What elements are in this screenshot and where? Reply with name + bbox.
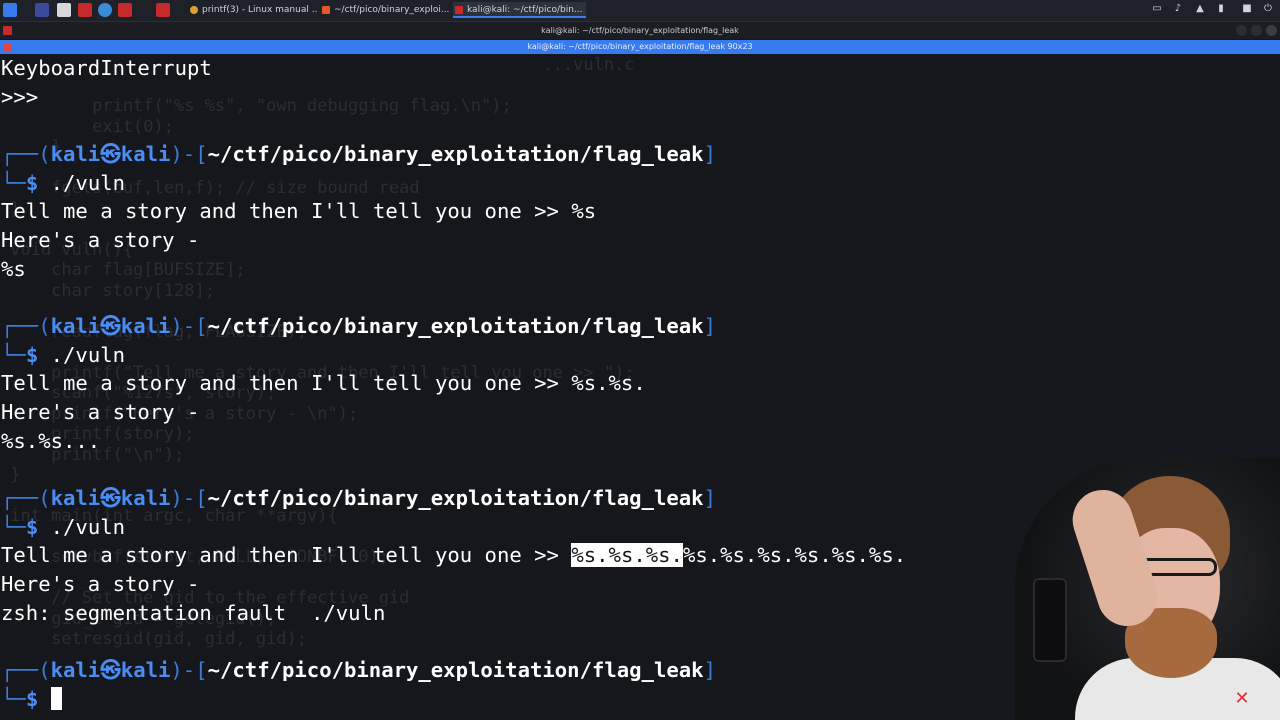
prompt-line: ┌──(kali㉿kali)-[~/ctf/pico/binary_exploi…: [1, 656, 716, 684]
tab-icon: [3, 43, 11, 51]
terminal-line: Here's a story -: [1, 226, 199, 254]
output-text: KeyboardInterrupt: [1, 56, 212, 80]
prompt-user: kali㉿kali: [50, 658, 171, 682]
task-label: kali@kali: ~/ctf/pico/bin...: [467, 5, 583, 15]
prompt-bar: ┌──(: [1, 142, 51, 166]
output-text: %s.%s...: [1, 429, 101, 453]
browser-icon: [190, 6, 198, 14]
output-text: %s.%s.%s.%s.%s.%s.: [682, 543, 907, 567]
output-text: >>>: [1, 85, 39, 109]
prompt-bar: ]: [703, 486, 716, 510]
browser-launcher-icon[interactable]: [98, 3, 112, 17]
prompt-dollar: $: [25, 343, 39, 367]
app-launcher-icon[interactable]: [118, 3, 132, 17]
prompt-path: ~/ctf/pico/binary_exploitation/flag_leak: [207, 486, 704, 510]
terminal-window-icon: [3, 26, 12, 35]
prompt-path: ~/ctf/pico/binary_exploitation/flag_leak: [207, 658, 704, 682]
command-text: ./vuln: [38, 515, 126, 539]
prompt-bar: └─: [1, 171, 26, 195]
editor-icon: [322, 6, 330, 14]
prompt-bar: )-[: [170, 658, 208, 682]
display-icon[interactable]: ▭: [1151, 3, 1163, 15]
task-browser[interactable]: printf(3) - Linux manual ...: [188, 2, 318, 18]
minimize-button[interactable]: [1236, 25, 1247, 36]
task-terminal[interactable]: kali@kali: ~/ctf/pico/bin...: [453, 2, 586, 18]
command-line: └─$ ./vuln: [1, 341, 125, 369]
notification-icon[interactable]: ▲: [1194, 3, 1206, 15]
prompt-user: kali㉿kali: [50, 486, 171, 510]
prompt-bar: ┌──(: [1, 658, 51, 682]
prompt-path: ~/ctf/pico/binary_exploitation/flag_leak: [207, 314, 704, 338]
prompt-bar: └─: [1, 343, 26, 367]
prompt-path: ~/ctf/pico/binary_exploitation/flag_leak: [207, 142, 704, 166]
terminal-line: Tell me a story and then I'll tell you o…: [1, 369, 646, 397]
terminal-line: Here's a story -: [1, 570, 199, 598]
prompt-dollar: $: [25, 515, 39, 539]
terminal-line: zsh: segmentation fault ./vuln: [1, 599, 385, 627]
prompt-bar: )-[: [170, 142, 208, 166]
task-editor[interactable]: ~/ctf/pico/binary_exploi...: [320, 2, 450, 18]
microphone: [1033, 578, 1067, 662]
kali-menu-icon[interactable]: [3, 3, 17, 17]
prompt-bar: )-[: [170, 486, 208, 510]
terminal-line: Here's a story -: [1, 398, 199, 426]
output-text: %s: [1, 257, 26, 281]
workspace-icon[interactable]: [35, 3, 49, 17]
task-label: ~/ctf/pico/binary_exploi...: [334, 5, 450, 15]
task-label: printf(3) - Linux manual ...: [202, 5, 318, 15]
window-titlebar: kali@kali: ~/ctf/pico/binary_exploitatio…: [0, 22, 1280, 39]
selected-text[interactable]: %s.%s.%s.: [571, 543, 683, 567]
command-line: └─$ ./vuln: [1, 513, 125, 541]
files-icon[interactable]: [57, 3, 71, 17]
terminal-line: >>>: [1, 83, 38, 111]
output-text: Tell me a story and then I'll tell you o…: [1, 371, 646, 395]
output-text: Here's a story -: [1, 228, 200, 252]
webcam-overlay: [1015, 458, 1280, 720]
volume-icon[interactable]: ♪: [1172, 3, 1184, 15]
terminal-tab[interactable]: kali@kali: ~/ctf/pico/binary_exploitatio…: [0, 40, 1280, 54]
prompt-line: ┌──(kali㉿kali)-[~/ctf/pico/binary_exploi…: [1, 484, 716, 512]
prompt-bar: )-[: [170, 314, 208, 338]
prompt-user: kali㉿kali: [50, 314, 171, 338]
prompt-dollar: $: [25, 687, 39, 711]
battery-icon[interactable]: ▮: [1215, 3, 1227, 15]
lock-icon[interactable]: ■: [1241, 3, 1253, 15]
terminal-line: Tell me a story and then I'll tell you o…: [1, 197, 596, 225]
output-text: Tell me a story and then I'll tell you o…: [1, 199, 597, 223]
prompt-bar: ]: [703, 658, 716, 682]
output-text: zsh: segmentation fault ./vuln: [1, 601, 386, 625]
terminal-line: %s.%s...: [1, 427, 100, 455]
prompt-bar: ]: [703, 142, 716, 166]
command-text: ./vuln: [38, 343, 126, 367]
text-cursor: [50, 687, 62, 710]
taskbar: printf(3) - Linux manual ... ~/ctf/pico/…: [0, 0, 1280, 22]
terminal-launcher-icon[interactable]: [78, 3, 92, 17]
prompt-bar: ┌──(: [1, 314, 51, 338]
prompt-line: ┌──(kali㉿kali)-[~/ctf/pico/binary_exploi…: [1, 312, 716, 340]
prompt-bar: └─: [1, 687, 26, 711]
output-text: Here's a story -: [1, 400, 200, 424]
prompt-bar: ┌──(: [1, 486, 51, 510]
prompt-bar: └─: [1, 515, 26, 539]
terminal-line: %s: [1, 255, 26, 283]
output-text: Here's a story -: [1, 572, 200, 596]
prompt-dollar: $: [25, 171, 39, 195]
output-text: Tell me a story and then I'll tell you o…: [1, 543, 572, 567]
command-text: ./vuln: [38, 171, 126, 195]
red-app-icon[interactable]: [156, 3, 170, 17]
prompt-line: ┌──(kali㉿kali)-[~/ctf/pico/binary_exploi…: [1, 140, 716, 168]
maximize-button[interactable]: [1251, 25, 1262, 36]
terminal-icon: [455, 6, 463, 14]
command-line[interactable]: └─$: [1, 685, 62, 713]
terminal-line: KeyboardInterrupt: [1, 55, 212, 82]
terminal-line: Tell me a story and then I'll tell you o…: [1, 541, 906, 569]
close-icon[interactable]: ✕: [1233, 690, 1251, 708]
close-button[interactable]: [1266, 25, 1277, 36]
power-icon[interactable]: ⏻: [1262, 3, 1274, 15]
command-line: └─$ ./vuln: [1, 169, 125, 197]
tab-title: kali@kali: ~/ctf/pico/binary_exploitatio…: [527, 42, 753, 51]
prompt-bar: ]: [703, 314, 716, 338]
prompt-user: kali㉿kali: [50, 142, 171, 166]
window-title: kali@kali: ~/ctf/pico/binary_exploitatio…: [541, 26, 739, 35]
